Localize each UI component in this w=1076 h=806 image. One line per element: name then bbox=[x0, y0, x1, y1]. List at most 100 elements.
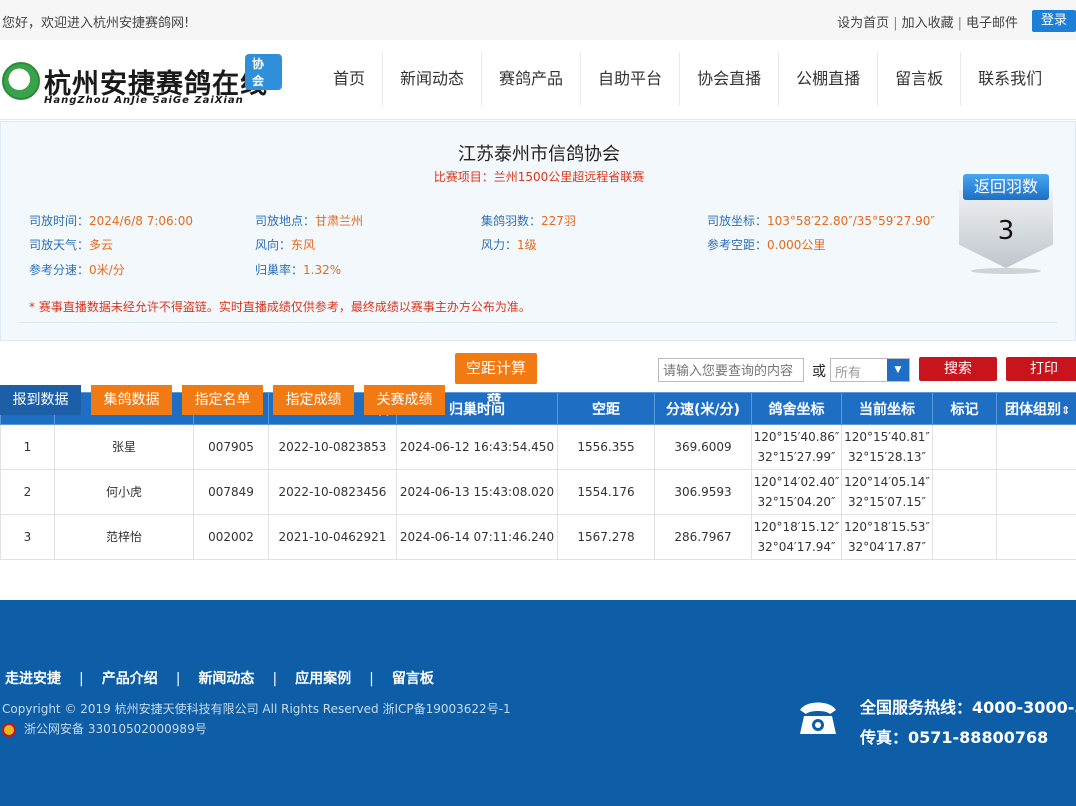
reference-speed: 参考分速：0米/分 bbox=[29, 261, 125, 278]
add-favorite-link[interactable]: 加入收藏 bbox=[902, 16, 954, 31]
cell-current-coord: 120°14′05.14″ 32°15′07.15″ bbox=[841, 469, 933, 515]
cell-name: 张星 bbox=[54, 424, 194, 470]
nav-loft-live[interactable]: 公棚直播 bbox=[779, 52, 879, 106]
tab-designated-list[interactable]: 指定名单 bbox=[182, 385, 263, 415]
release-coord: 司放坐标：103°58′22.80″/35°59′27.90″ bbox=[707, 212, 935, 229]
cell-id: 002002 bbox=[193, 514, 269, 560]
cell-ring: 2022-10-0823853 bbox=[268, 424, 397, 470]
tab-collection-data[interactable]: 集鸽数据 bbox=[91, 385, 172, 415]
footer: 走进安捷 | 产品介绍 | 新闻动态 | 应用案例 | 留言板 Copyright © 2019… bbox=[0, 600, 1076, 806]
cell-group bbox=[996, 469, 1076, 515]
footer-link-about[interactable]: 走进安捷 bbox=[5, 671, 61, 687]
separator: | bbox=[957, 16, 962, 31]
cell-loft-coord: 120°15′40.86″ 32°15′27.99″ bbox=[751, 424, 842, 470]
reference-distance-label: 参考空距： bbox=[707, 238, 768, 252]
nav-self-service[interactable]: 自助平台 bbox=[581, 52, 681, 106]
wind-force: 风力：1级 bbox=[481, 236, 537, 253]
nav-home[interactable]: 首页 bbox=[316, 52, 384, 106]
current-latitude: 32°04′17.87″ bbox=[847, 540, 927, 554]
nav-products[interactable]: 赛鸽产品 bbox=[482, 52, 582, 106]
tab-designated-results[interactable]: 指定成绩 bbox=[273, 385, 354, 415]
search-button[interactable]: 搜索 bbox=[919, 357, 997, 381]
current-longitude: 120°14′05.14″ bbox=[844, 475, 930, 489]
cell-return-time: 2024-06-12 16:43:54.450 bbox=[396, 424, 558, 470]
nav-contact[interactable]: 联系我们 bbox=[961, 52, 1059, 106]
results-table: 名 归巢时间器 空距 分速(米/分) 鸽舍坐标 当前坐标 标记 团体组别⇕ 1 … bbox=[0, 392, 1076, 560]
cell-distance: 1567.278 bbox=[557, 514, 655, 560]
pigeon-logo-icon bbox=[2, 62, 40, 100]
return-count-badge: 返回羽数 3 bbox=[957, 164, 1055, 276]
login-button[interactable]: 登录 bbox=[1032, 10, 1076, 32]
footer-link-message-board[interactable]: 留言板 bbox=[392, 671, 434, 687]
footer-link-cases[interactable]: 应用案例 bbox=[295, 671, 351, 687]
cell-ring: 2021-10-0462921 bbox=[268, 514, 397, 560]
cell-speed: 286.7967 bbox=[654, 514, 752, 560]
col-mark-header[interactable]: 标记 bbox=[932, 392, 997, 425]
logo-pinyin: HangZhou AnJie SaiGe ZaiXian bbox=[44, 95, 244, 106]
cell-mark bbox=[932, 514, 997, 560]
footer-link-news[interactable]: 新闻动态 bbox=[198, 671, 254, 687]
col-group-header[interactable]: 团体组别⇕ bbox=[996, 392, 1076, 425]
sort-icon[interactable]: ⇕ bbox=[1061, 404, 1070, 417]
copyright-text: Copyright © 2019 杭州安捷天使科技有限公司 All Rights… bbox=[2, 702, 511, 716]
main-nav: 首页 新闻动态 赛鸽产品 自助平台 协会直播 公棚直播 留言板 联系我们 bbox=[316, 52, 1059, 106]
cell-distance: 1554.176 bbox=[557, 469, 655, 515]
nav-news[interactable]: 新闻动态 bbox=[383, 52, 483, 106]
footer-separator: | bbox=[272, 671, 278, 687]
footer-separator: | bbox=[369, 671, 374, 687]
loft-longitude: 120°18′15.12″ bbox=[753, 520, 840, 534]
table-row[interactable]: 3 范梓怡 002002 2021-10-0462921 2024-06-14 … bbox=[0, 514, 1076, 560]
police-record[interactable]: 浙公网安备 33010502000989号 bbox=[2, 720, 207, 737]
reference-speed-label: 参考分速： bbox=[29, 263, 90, 277]
race-info-panel: 江苏泰州市信鸽协会 比赛项目：兰州1500公里超远程省联赛 司放时间：2024/… bbox=[0, 121, 1076, 341]
current-longitude: 120°18′15.53″ bbox=[844, 520, 930, 534]
return-count-label: 返回羽数 bbox=[963, 174, 1049, 200]
wind-direction-label: 风向： bbox=[255, 238, 292, 252]
site-logo[interactable]: 杭州安捷赛鸽在线 HangZhou AnJie SaiGe ZaiXian 协会 bbox=[2, 54, 282, 112]
table-row[interactable]: 1 张星 007905 2022-10-0823853 2024-06-12 1… bbox=[0, 424, 1076, 470]
association-name: 江苏泰州市信鸽协会 bbox=[458, 144, 620, 165]
release-place: 司放地点：甘肃兰州 bbox=[255, 212, 363, 229]
cell-speed: 306.9593 bbox=[654, 469, 752, 515]
calculator-overflow-text: 器 bbox=[487, 392, 501, 405]
filter-select[interactable]: 所有 ▼ bbox=[830, 358, 910, 382]
set-home-link[interactable]: 设为首页 bbox=[837, 16, 889, 31]
cell-loft-coord: 120°14′02.40″ 32°15′04.20″ bbox=[751, 469, 842, 515]
release-place-value: 甘肃兰州 bbox=[315, 214, 364, 228]
release-place-label: 司放地点： bbox=[255, 214, 316, 228]
col-speed-header[interactable]: 分速(米/分) bbox=[654, 392, 752, 425]
cell-rank: 1 bbox=[0, 424, 55, 470]
cell-current-coord: 120°15′40.81″ 32°15′28.13″ bbox=[841, 424, 933, 470]
cell-rank: 3 bbox=[0, 514, 55, 560]
cell-ring: 2022-10-0823456 bbox=[268, 469, 397, 515]
loft-latitude: 32°15′04.20″ bbox=[757, 495, 836, 509]
search-input[interactable] bbox=[658, 358, 804, 382]
separator: | bbox=[893, 16, 898, 31]
tab-checkin-data[interactable]: 报到数据 bbox=[0, 385, 81, 415]
loft-longitude: 120°14′02.40″ bbox=[753, 475, 840, 489]
association-badge: 协会 bbox=[245, 54, 282, 90]
telephone-icon bbox=[800, 702, 836, 734]
col-current-coord-header[interactable]: 当前坐标 bbox=[841, 392, 933, 425]
fax-number: 传真：0571-88800768 bbox=[860, 728, 1049, 747]
print-button[interactable]: 打印 bbox=[1006, 357, 1076, 381]
email-link[interactable]: 电子邮件 bbox=[966, 16, 1018, 31]
footer-separator: | bbox=[79, 671, 84, 687]
nav-association-live[interactable]: 协会直播 bbox=[680, 52, 780, 106]
nav-message-board[interactable]: 留言板 bbox=[878, 52, 962, 106]
cell-current-coord: 120°18′15.53″ 32°04′17.87″ bbox=[841, 514, 933, 560]
footer-link-products[interactable]: 产品介绍 bbox=[102, 671, 158, 687]
wind-force-value: 1级 bbox=[517, 238, 537, 252]
col-loft-coord-header[interactable]: 鸽舍坐标 bbox=[751, 392, 842, 425]
welcome-text: 您好，欢迎进入杭州安捷赛鸽网! bbox=[2, 16, 190, 31]
col-distance-header[interactable]: 空距 bbox=[557, 392, 655, 425]
return-rate-value: 1.32% bbox=[303, 263, 342, 277]
top-links: 设为首页 | 加入收藏 | 电子邮件 bbox=[835, 12, 1020, 31]
distance-calculator-button[interactable]: 空距计算 bbox=[455, 353, 537, 384]
table-row[interactable]: 2 何小虎 007849 2022-10-0823456 2024-06-13 … bbox=[0, 469, 1076, 515]
cell-mark bbox=[932, 424, 997, 470]
loft-latitude: 32°15′27.99″ bbox=[757, 450, 836, 464]
footer-nav: 走进安捷 | 产品介绍 | 新闻动态 | 应用案例 | 留言板 bbox=[5, 668, 434, 688]
chevron-down-icon[interactable]: ▼ bbox=[887, 359, 909, 381]
tab-final-results[interactable]: 关赛成绩 bbox=[364, 385, 445, 415]
